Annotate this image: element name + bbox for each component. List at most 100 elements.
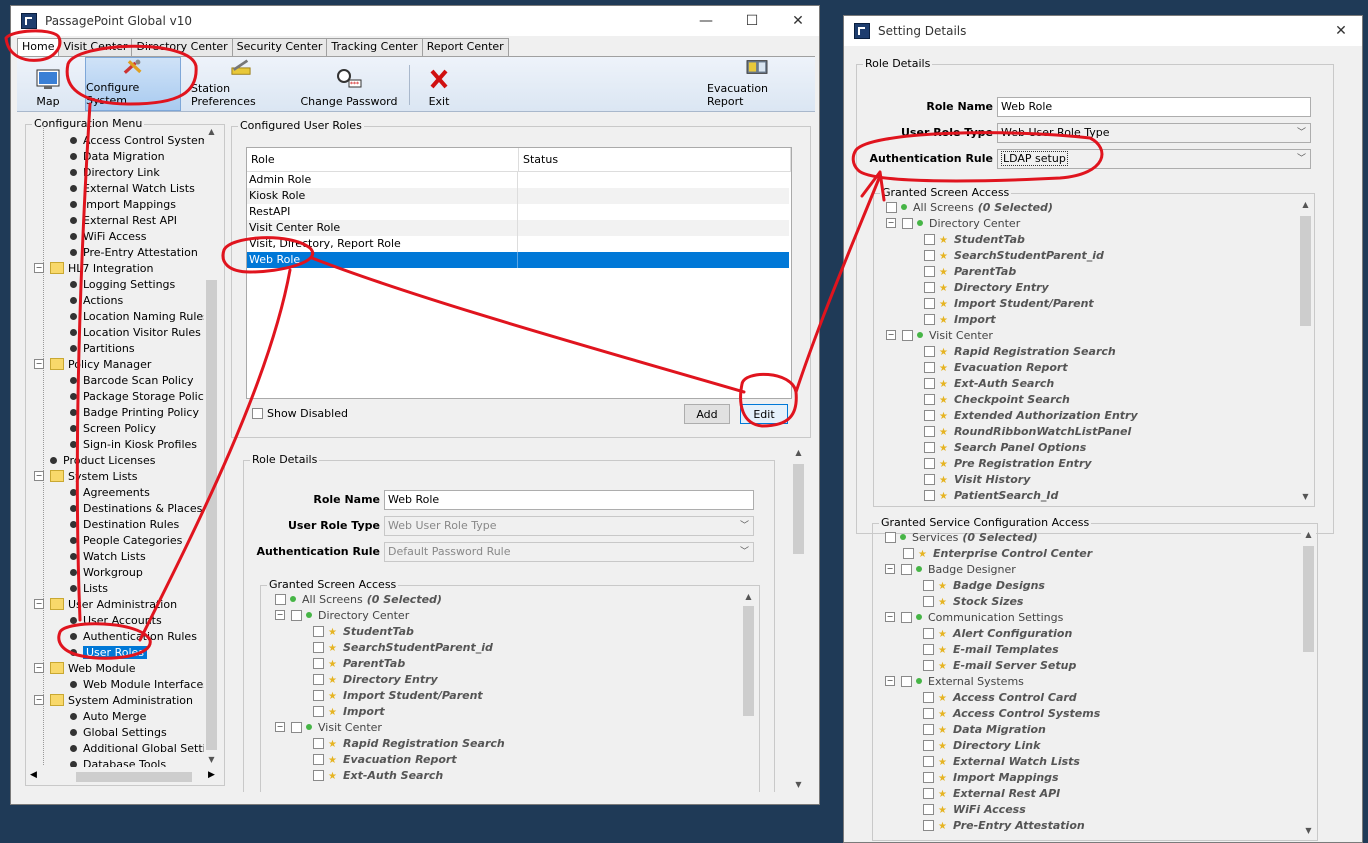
- show-disabled-checkbox[interactable]: Show Disabled: [252, 407, 348, 420]
- config-item-data-migration[interactable]: Data Migration: [70, 149, 165, 165]
- scroll-thumb[interactable]: [1300, 216, 1311, 326]
- access-item-rapid-registration-search[interactable]: ★ Rapid Registration Search: [313, 736, 505, 752]
- collapse-icon[interactable]: −: [885, 564, 895, 574]
- checkbox[interactable]: [901, 563, 912, 575]
- scroll-down-arrow-icon[interactable]: ▼: [1298, 490, 1313, 504]
- service-vscroll[interactable]: ▲ ▼: [1301, 528, 1316, 838]
- access-item-directory-entry[interactable]: ★ Directory Entry: [924, 280, 1049, 296]
- checkbox[interactable]: [923, 643, 934, 655]
- checkbox[interactable]: [923, 595, 934, 607]
- access-item-all-screens[interactable]: All Screens (0 Selected): [878, 200, 1053, 216]
- setting-screen-access-tree[interactable]: All Screens (0 Selected) − Directory Center…: [878, 200, 1292, 504]
- access-item-roundribbonwatchlistpanel[interactable]: ★ RoundRibbonWatchListPanel: [924, 424, 1131, 440]
- config-item-people-categories[interactable]: People Categories: [70, 533, 182, 549]
- table-row[interactable]: Kiosk Role: [247, 188, 789, 204]
- access-item-pre-entry-attestation[interactable]: ★ Pre-Entry Attestation: [923, 818, 1085, 834]
- config-item-global-settings[interactable]: Global Settings: [70, 725, 167, 741]
- access-item-import-mappings[interactable]: ★ Import Mappings: [923, 770, 1059, 786]
- access-item-patientsearch-id[interactable]: ★ PatientSearch_Id: [924, 488, 1058, 504]
- access-item-extended-authorization-entry[interactable]: ★ Extended Authorization Entry: [924, 408, 1138, 424]
- config-item-lists[interactable]: Lists: [70, 581, 108, 597]
- checkbox[interactable]: [924, 249, 935, 261]
- access-item-import-student-parent[interactable]: ★ Import Student/Parent: [924, 296, 1094, 312]
- access-item-evacuation-report[interactable]: ★ Evacuation Report: [313, 752, 457, 768]
- config-item-wifi-access[interactable]: WiFi Access: [70, 229, 146, 245]
- config-item-hl7-integration[interactable]: − HL7 Integration: [34, 261, 154, 277]
- setting-screen-vscroll[interactable]: ▲ ▼: [1298, 198, 1313, 504]
- config-item-database-tools[interactable]: Database Tools: [70, 757, 166, 767]
- tab-security-center[interactable]: Security Center: [231, 38, 328, 56]
- checkbox[interactable]: [313, 641, 324, 653]
- access-item-visit-center[interactable]: − Visit Center: [275, 720, 382, 736]
- setting-user-role-type-select[interactable]: Web User Role Type ﹀: [997, 123, 1311, 143]
- access-item-search-panel-options[interactable]: ★ Search Panel Options: [924, 440, 1086, 456]
- config-menu-vscroll[interactable]: ▲ ▼: [204, 125, 219, 767]
- config-item-additional-global-setting[interactable]: Additional Global Setting: [70, 741, 204, 757]
- checkbox[interactable]: [924, 409, 935, 421]
- access-item-enterprise-control-center[interactable]: ★ Enterprise Control Center: [885, 546, 1092, 562]
- access-item-searchstudentparent-id[interactable]: ★ SearchStudentParent_id: [924, 248, 1104, 264]
- maximize-button[interactable]: ☐: [729, 6, 775, 36]
- station-preferences-button[interactable]: Station Preferences: [191, 57, 291, 111]
- config-item-package-storage-policy[interactable]: Package Storage Policy: [70, 389, 204, 405]
- checkbox[interactable]: [924, 457, 935, 469]
- role-details-vscroll[interactable]: ▲ ▼: [791, 446, 806, 792]
- access-item-e-mail-server-setup[interactable]: ★ E-mail Server Setup: [923, 658, 1076, 674]
- checkbox[interactable]: [313, 737, 324, 749]
- checkbox[interactable]: [924, 313, 935, 325]
- access-item-evacuation-report[interactable]: ★ Evacuation Report: [924, 360, 1068, 376]
- config-item-logging-settings[interactable]: Logging Settings: [70, 277, 175, 293]
- config-item-barcode-scan-policy[interactable]: Barcode Scan Policy: [70, 373, 193, 389]
- collapse-icon[interactable]: −: [886, 218, 896, 228]
- access-item-directory-center[interactable]: − Directory Center: [275, 608, 409, 624]
- scroll-thumb[interactable]: [206, 280, 217, 750]
- config-item-directory-link[interactable]: Directory Link: [70, 165, 160, 181]
- checkbox[interactable]: [901, 611, 912, 623]
- scroll-up-arrow-icon[interactable]: ▲: [741, 590, 756, 604]
- access-item-import-student-parent[interactable]: ★ Import Student/Parent: [313, 688, 483, 704]
- checkbox[interactable]: [924, 233, 935, 245]
- table-row[interactable]: Visit Center Role: [247, 220, 789, 236]
- change-password-button[interactable]: *** Change Password: [299, 57, 399, 111]
- config-item-actions[interactable]: Actions: [70, 293, 123, 309]
- config-item-external-watch-lists[interactable]: External Watch Lists: [70, 181, 195, 197]
- service-access-tree[interactable]: Services (0 Selected) ★ Enterprise Control …: [877, 530, 1295, 838]
- checkbox[interactable]: [313, 753, 324, 765]
- access-item-searchstudentparent-id[interactable]: ★ SearchStudentParent_id: [313, 640, 493, 656]
- checkbox[interactable]: [923, 755, 934, 767]
- checkbox[interactable]: [923, 771, 934, 783]
- config-item-authentication-rules[interactable]: Authentication Rules: [70, 629, 197, 645]
- scroll-up-arrow-icon[interactable]: ▲: [1298, 198, 1313, 212]
- configuration-tree[interactable]: Access Control Systems Data Migration Dire…: [26, 125, 204, 767]
- config-item-pre-entry-attestation[interactable]: Pre-Entry Attestation: [70, 245, 198, 261]
- access-item-access-control-card[interactable]: ★ Access Control Card: [923, 690, 1077, 706]
- checkbox[interactable]: [313, 689, 324, 701]
- scroll-right-arrow-icon[interactable]: ▶: [208, 770, 215, 780]
- checkbox[interactable]: [924, 393, 935, 405]
- scroll-down-arrow-icon[interactable]: ▼: [791, 778, 806, 792]
- config-item-import-mappings[interactable]: Import Mappings: [70, 197, 176, 213]
- access-item-pre-registration-entry[interactable]: ★ Pre Registration Entry: [924, 456, 1092, 472]
- config-item-access-control-systems[interactable]: Access Control Systems: [70, 133, 204, 149]
- access-item-wifi-access[interactable]: ★ WiFi Access: [923, 802, 1026, 818]
- checkbox[interactable]: [923, 691, 934, 703]
- column-header-status[interactable]: Status: [519, 148, 791, 172]
- scroll-up-arrow-icon[interactable]: ▲: [791, 446, 806, 460]
- access-item-directory-link[interactable]: ★ Directory Link: [923, 738, 1040, 754]
- access-item-all-screens[interactable]: All Screens (0 Selected): [267, 592, 442, 608]
- config-item-location-naming-rules[interactable]: Location Naming Rules: [70, 309, 204, 325]
- checkbox[interactable]: [924, 265, 935, 277]
- access-item-parenttab[interactable]: ★ ParentTab: [313, 656, 405, 672]
- collapse-icon[interactable]: −: [34, 359, 44, 369]
- access-item-external-rest-api[interactable]: ★ External Rest API: [923, 786, 1060, 802]
- config-item-user-roles[interactable]: User Roles: [70, 645, 148, 661]
- tab-visit-center[interactable]: Visit Center: [58, 38, 133, 56]
- setting-authentication-rule-select[interactable]: LDAP setup ﹀: [997, 149, 1311, 169]
- tab-home[interactable]: Home: [17, 38, 60, 57]
- table-row[interactable]: Web Role: [247, 252, 789, 268]
- config-item-system-administration[interactable]: − System Administration: [34, 693, 193, 709]
- checkbox[interactable]: [923, 579, 934, 591]
- scroll-down-arrow-icon[interactable]: ▼: [1301, 824, 1316, 838]
- exit-button[interactable]: Exit: [417, 57, 461, 111]
- checkbox[interactable]: [924, 473, 935, 485]
